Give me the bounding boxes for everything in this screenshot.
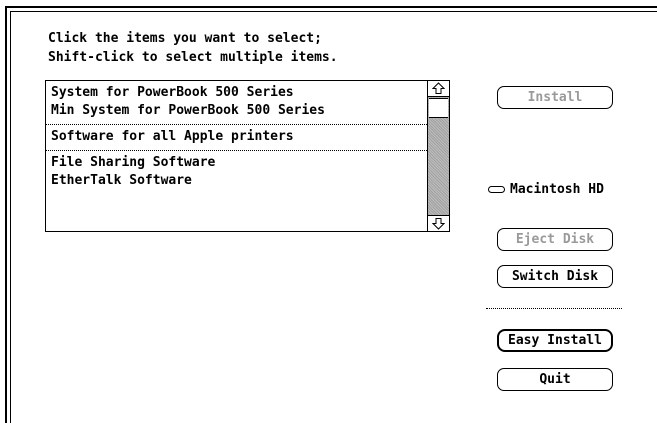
instructions-line-2: Shift-click to select multiple items. [48, 50, 338, 65]
list-item[interactable]: EtherTalk Software [51, 172, 427, 190]
instructions-line-1: Click the items you want to select; [48, 31, 322, 46]
instructions: Click the items you want to select; Shift… [48, 29, 338, 67]
list-item[interactable]: Min System for PowerBook 500 Series [51, 102, 427, 120]
install-button[interactable]: Install [497, 86, 613, 109]
switch-disk-button[interactable]: Switch Disk [497, 265, 613, 288]
package-listbox[interactable]: System for PowerBook 500 Series Min Syst… [45, 80, 450, 232]
list-item[interactable]: Software for all Apple printers [51, 128, 427, 146]
scroll-up-arrow-icon[interactable] [428, 81, 449, 97]
hard-disk-icon [488, 186, 505, 193]
list-group: System for PowerBook 500 Series Min Syst… [46, 81, 427, 125]
vertical-scrollbar[interactable] [427, 81, 449, 231]
list-group: File Sharing Software EtherTalk Software [46, 151, 427, 194]
scroll-down-arrow-icon[interactable] [428, 215, 449, 231]
package-list-items: System for PowerBook 500 Series Min Syst… [46, 81, 427, 231]
list-item[interactable]: File Sharing Software [51, 154, 427, 172]
quit-button[interactable]: Quit [497, 368, 613, 391]
separator [486, 308, 622, 309]
list-group: Software for all Apple printers [46, 125, 427, 151]
target-disk: Macintosh HD [488, 182, 604, 197]
eject-disk-button[interactable]: Eject Disk [497, 228, 613, 251]
scroll-thumb[interactable] [429, 98, 448, 118]
easy-install-button[interactable]: Easy Install [497, 329, 613, 352]
list-item[interactable]: System for PowerBook 500 Series [51, 84, 427, 102]
target-disk-name: Macintosh HD [510, 182, 604, 197]
